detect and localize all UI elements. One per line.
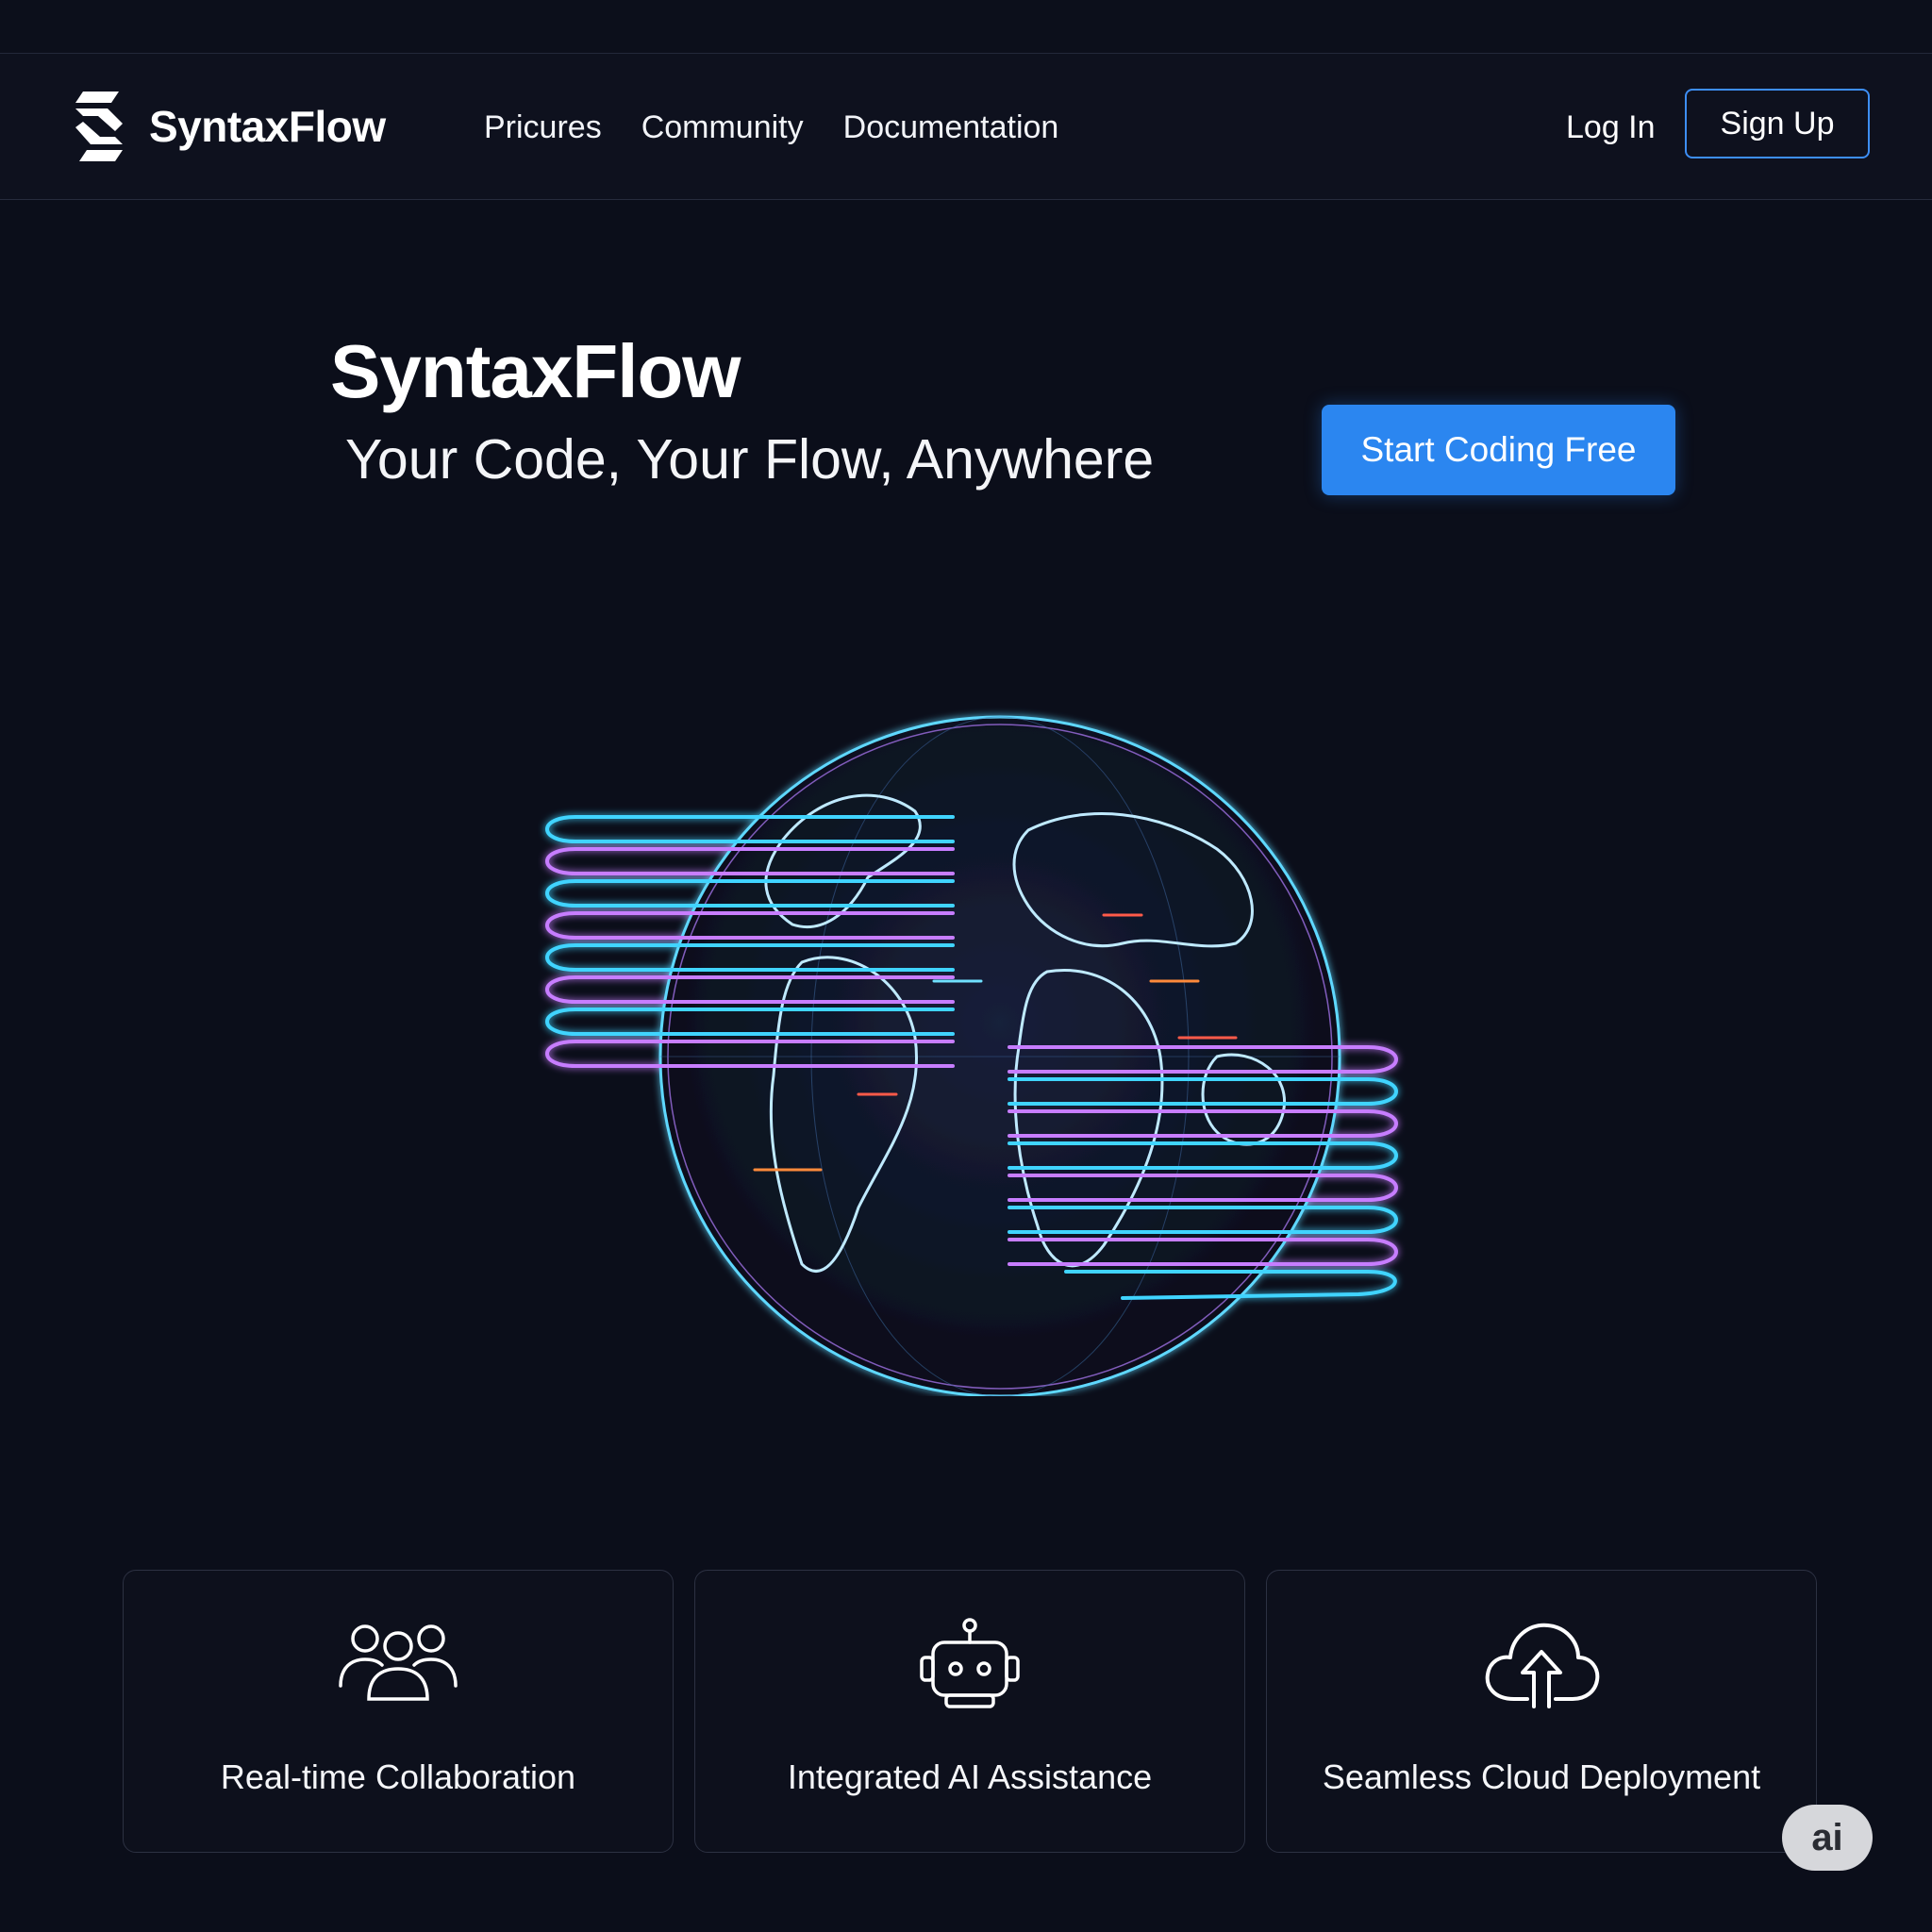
- robot-icon: [920, 1618, 1020, 1708]
- login-link[interactable]: Log In: [1566, 108, 1656, 146]
- feature-card-collaboration[interactable]: Real-time Collaboration: [123, 1570, 674, 1853]
- nav-link-community[interactable]: Community: [641, 108, 804, 146]
- nav-link-pricing[interactable]: Pricures: [484, 108, 602, 146]
- users-group-icon: [339, 1624, 458, 1701]
- start-coding-button[interactable]: Start Coding Free: [1322, 405, 1675, 495]
- navbar: SyntaxFlow Pricures Community Documentat…: [0, 54, 1932, 200]
- globe-with-code-streams-icon: [538, 698, 1415, 1398]
- nav-links: Pricures Community Documentation: [484, 108, 1098, 146]
- signup-button[interactable]: Sign Up: [1685, 89, 1870, 158]
- feature-card-ai-assistance[interactable]: Integrated AI Assistance: [694, 1570, 1245, 1853]
- hero-title: SyntaxFlow: [330, 329, 741, 413]
- feature-label: Seamless Cloud Deployment: [1322, 1757, 1761, 1796]
- feature-label: Real-time Collaboration: [220, 1757, 576, 1796]
- syntaxflow-s-logo-icon: [75, 92, 123, 161]
- features-section: Real-time Collaboration Integrated AI As…: [123, 1570, 1819, 1853]
- top-strip: [0, 0, 1932, 54]
- brand-name: SyntaxFlow: [149, 102, 386, 151]
- ai-badge[interactable]: ai: [1782, 1805, 1873, 1871]
- brand[interactable]: SyntaxFlow: [70, 88, 386, 165]
- nav-link-documentation[interactable]: Documentation: [843, 108, 1059, 146]
- feature-label: Integrated AI Assistance: [787, 1757, 1153, 1796]
- feature-card-cloud-deployment[interactable]: Seamless Cloud Deployment: [1266, 1570, 1817, 1853]
- hero-subtitle: Your Code, Your Flow, Anywhere: [345, 428, 1155, 491]
- cloud-upload-icon: [1485, 1623, 1600, 1708]
